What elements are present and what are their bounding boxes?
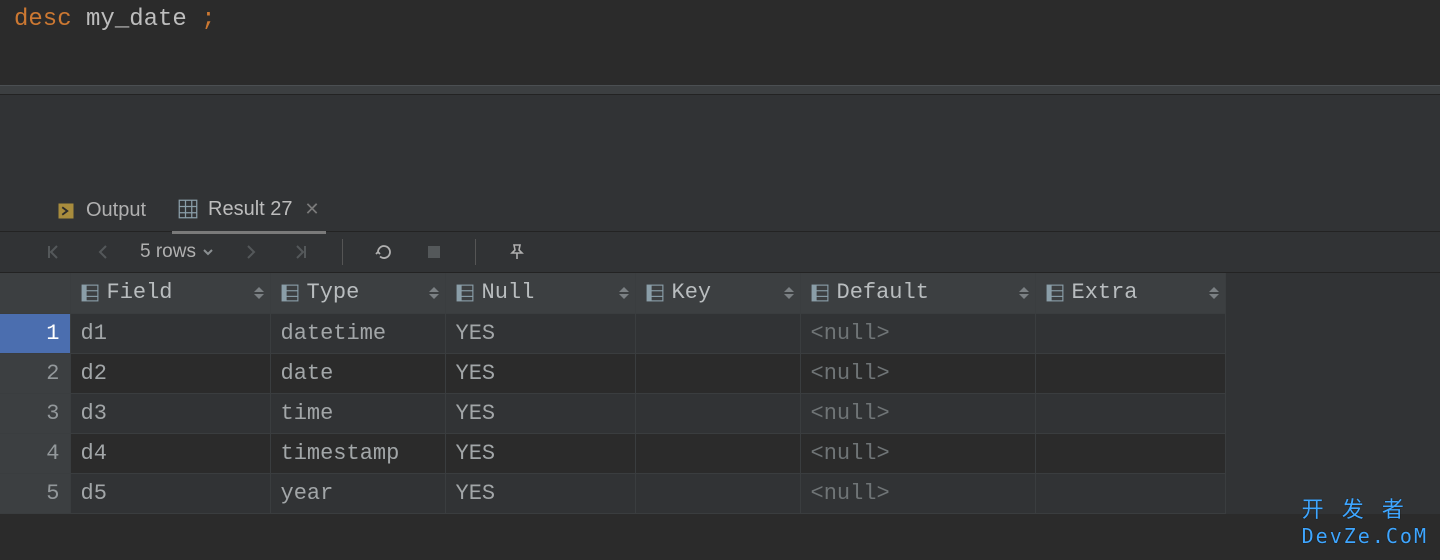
tab-bar: Output Result 27 ✕ — [0, 190, 1440, 232]
pin-button[interactable] — [504, 239, 530, 265]
chevron-down-icon — [202, 247, 214, 257]
column-label: Default — [837, 280, 929, 305]
sql-keyword: desc — [14, 6, 72, 33]
table-cell[interactable] — [635, 473, 800, 513]
close-icon[interactable]: ✕ — [305, 199, 320, 220]
table-cell[interactable] — [635, 393, 800, 433]
console-gap — [0, 95, 1440, 190]
toolbar-separator — [475, 239, 476, 265]
column-header-type[interactable]: Type — [270, 273, 445, 313]
stop-button[interactable] — [421, 239, 447, 265]
table-cell[interactable]: <null> — [800, 393, 1035, 433]
sort-icon[interactable] — [619, 287, 629, 299]
row-number-cell[interactable]: 2 — [0, 353, 70, 393]
tab-result-label: Result 27 — [208, 198, 293, 221]
column-icon — [81, 284, 99, 302]
sort-icon[interactable] — [1209, 287, 1219, 299]
table-cell[interactable]: d3 — [70, 393, 270, 433]
table-cell[interactable]: <null> — [800, 473, 1035, 513]
table-cell[interactable]: timestamp — [270, 433, 445, 473]
row-count-label: 5 rows — [140, 241, 196, 263]
first-page-button[interactable] — [40, 239, 66, 265]
table-cell[interactable] — [1035, 313, 1225, 353]
table-cell[interactable]: <null> — [800, 353, 1035, 393]
table-cell[interactable]: YES — [445, 393, 635, 433]
table-cell[interactable]: d4 — [70, 433, 270, 473]
sql-editor[interactable]: desc my_date ; — [0, 0, 1440, 85]
table-cell[interactable] — [1035, 473, 1225, 513]
row-number-cell[interactable]: 1 — [0, 313, 70, 353]
result-grid[interactable]: Field Type Null Key — [0, 272, 1440, 514]
table-row[interactable]: 1d1datetimeYES <null> — [0, 313, 1225, 353]
table-row[interactable]: 3d3timeYES <null> — [0, 393, 1225, 433]
watermark-line2: DevZe.CoM — [1302, 524, 1428, 548]
prev-page-button[interactable] — [90, 239, 116, 265]
table-cell[interactable]: YES — [445, 473, 635, 513]
table-cell[interactable]: YES — [445, 313, 635, 353]
output-icon — [56, 201, 76, 221]
table-cell[interactable]: year — [270, 473, 445, 513]
table-header-row: Field Type Null Key — [0, 273, 1225, 313]
column-label: Key — [672, 280, 712, 305]
sql-identifier: my_date — [86, 6, 187, 33]
refresh-button[interactable] — [371, 239, 397, 265]
table-cell[interactable]: YES — [445, 353, 635, 393]
column-header-null[interactable]: Null — [445, 273, 635, 313]
tab-output-label: Output — [86, 199, 146, 222]
table-cell[interactable] — [1035, 433, 1225, 473]
table-row[interactable]: 5d5yearYES <null> — [0, 473, 1225, 513]
table-cell[interactable]: <null> — [800, 433, 1035, 473]
table-cell[interactable]: d5 — [70, 473, 270, 513]
next-page-button[interactable] — [238, 239, 264, 265]
row-count-dropdown[interactable]: 5 rows — [140, 241, 214, 263]
sort-icon[interactable] — [429, 287, 439, 299]
tab-result[interactable]: Result 27 ✕ — [172, 194, 326, 234]
column-icon — [281, 284, 299, 302]
column-label: Null — [482, 280, 535, 305]
pane-splitter[interactable] — [0, 85, 1440, 95]
table-cell[interactable] — [1035, 393, 1225, 433]
table-cell[interactable]: d2 — [70, 353, 270, 393]
table-cell[interactable] — [635, 313, 800, 353]
column-label: Field — [107, 280, 173, 305]
sql-semicolon: ; — [201, 6, 215, 33]
row-number-cell[interactable]: 4 — [0, 433, 70, 473]
table-cell[interactable]: time — [270, 393, 445, 433]
column-icon — [1046, 284, 1064, 302]
row-number-cell[interactable]: 5 — [0, 473, 70, 513]
tab-output[interactable]: Output — [50, 195, 152, 232]
column-header-default[interactable]: Default — [800, 273, 1035, 313]
table-cell[interactable]: datetime — [270, 313, 445, 353]
row-number-cell[interactable]: 3 — [0, 393, 70, 433]
table-cell[interactable]: date — [270, 353, 445, 393]
column-icon — [646, 284, 664, 302]
table-row[interactable]: 2d2dateYES <null> — [0, 353, 1225, 393]
sort-icon[interactable] — [254, 287, 264, 299]
corner-cell — [0, 273, 70, 313]
column-header-key[interactable]: Key — [635, 273, 800, 313]
table-row[interactable]: 4d4timestampYES <null> — [0, 433, 1225, 473]
column-icon — [456, 284, 474, 302]
table-cell[interactable] — [635, 353, 800, 393]
toolbar-separator — [342, 239, 343, 265]
last-page-button[interactable] — [288, 239, 314, 265]
results-panel: Output Result 27 ✕ 5 rows — [0, 190, 1440, 514]
column-header-field[interactable]: Field — [70, 273, 270, 313]
table-cell[interactable]: YES — [445, 433, 635, 473]
column-label: Type — [307, 280, 360, 305]
results-toolbar: 5 rows — [0, 232, 1440, 272]
column-label: Extra — [1072, 280, 1138, 305]
table-cell[interactable]: <null> — [800, 313, 1035, 353]
column-header-extra[interactable]: Extra — [1035, 273, 1225, 313]
sort-icon[interactable] — [1019, 287, 1029, 299]
table-cell[interactable] — [1035, 353, 1225, 393]
sort-icon[interactable] — [784, 287, 794, 299]
table-cell[interactable] — [635, 433, 800, 473]
column-icon — [811, 284, 829, 302]
table-cell[interactable]: d1 — [70, 313, 270, 353]
grid-icon — [178, 199, 198, 219]
